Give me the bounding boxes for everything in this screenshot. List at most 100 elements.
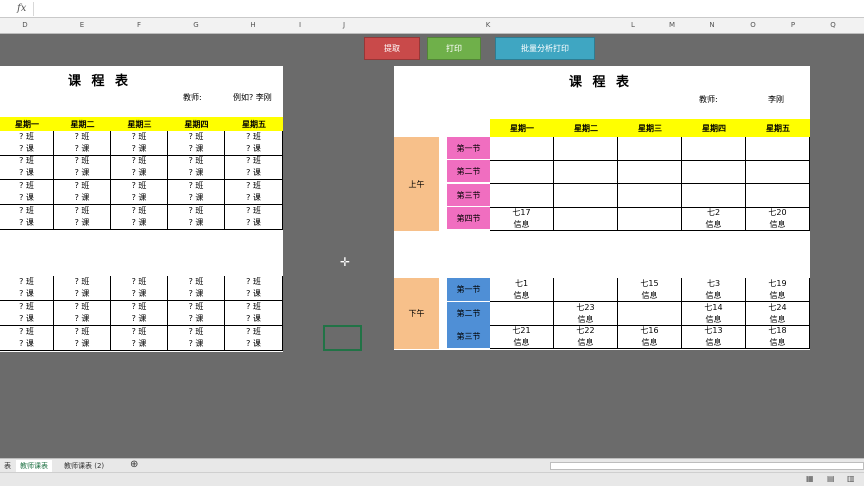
column-label-n[interactable]: N [709,21,714,29]
template-cell[interactable]: ? 班 ? 课 [54,326,111,351]
extract-button[interactable]: 提取 [364,37,420,60]
schedule-cell[interactable]: 七1 信息 [490,278,554,302]
page-layout-icon[interactable]: ▤ [827,474,835,483]
schedule-cell[interactable]: 七23 信息 [554,302,618,326]
schedule-cell[interactable] [682,160,746,184]
column-label-d[interactable]: D [22,21,27,29]
column-label-m[interactable]: M [669,21,675,29]
template-cell[interactable]: ? 班 ? 课 [111,131,168,156]
schedule-cell[interactable]: 七22 信息 [554,325,618,349]
schedule-cell[interactable] [490,137,554,161]
horizontal-scrollbar[interactable] [550,462,864,470]
schedule-cell[interactable]: 七3 信息 [682,278,746,302]
template-cell[interactable]: ? 班 ? 课 [168,180,225,205]
schedule-cell[interactable] [618,302,682,326]
schedule-cell[interactable]: 七2 信息 [682,207,746,231]
column-label-k[interactable]: K [486,21,491,29]
morning-period-label: 第一节 [447,137,490,160]
schedule-cell[interactable] [490,184,554,208]
schedule-cell[interactable]: 七18 信息 [746,325,810,349]
schedule-cell[interactable]: 七24 信息 [746,302,810,326]
template-cell[interactable]: ? 班 ? 课 [225,131,283,156]
schedule-cell[interactable]: 七14 信息 [682,302,746,326]
batch-print-button[interactable]: 批量分析打印 [495,37,595,60]
template-cell[interactable]: ? 班 ? 课 [54,180,111,205]
schedule-cell[interactable]: 七20 信息 [746,207,810,231]
template-cell[interactable]: ? 班 ? 课 [0,326,54,351]
template-cell[interactable]: ? 班 ? 课 [168,326,225,351]
schedule-cell[interactable]: 七19 信息 [746,278,810,302]
schedule-cell[interactable] [554,184,618,208]
column-label-o[interactable]: O [750,21,756,29]
template-cell[interactable]: ? 班 ? 课 [168,301,225,326]
template-cell[interactable]: ? 班 ? 课 [0,205,54,230]
template-cell[interactable]: ? 班 ? 课 [225,155,283,180]
schedule-cell[interactable] [618,160,682,184]
template-cell[interactable]: ? 班 ? 课 [168,276,225,301]
schedule-day-header: 星期四 [702,124,726,133]
page-break-icon[interactable]: ▥ [847,474,855,483]
schedule-cell[interactable] [490,302,554,326]
schedule-cell[interactable] [554,160,618,184]
template-cell[interactable]: ? 班 ? 课 [111,276,168,301]
template-cell[interactable]: ? 班 ? 课 [0,131,54,156]
column-label-i[interactable]: I [299,21,301,29]
template-cell[interactable]: ? 班 ? 课 [54,131,111,156]
column-label-q[interactable]: Q [830,21,836,29]
column-label-l[interactable]: L [631,21,635,29]
formula-bar[interactable]: fx [0,0,864,18]
schedule-cell[interactable]: 七16 信息 [618,325,682,349]
template-cell[interactable]: ? 班 ? 课 [111,205,168,230]
schedule-cell[interactable] [618,137,682,161]
template-cell[interactable]: ? 班 ? 课 [54,205,111,230]
template-cell[interactable]: ? 班 ? 课 [0,301,54,326]
template-cell[interactable]: ? 班 ? 课 [111,326,168,351]
schedule-cell[interactable]: 七15 信息 [618,278,682,302]
column-label-j[interactable]: J [343,21,345,29]
fx-icon[interactable]: fx [17,3,26,14]
sheet-tab-teacher-2[interactable]: 教师课表 (2) [60,460,108,472]
template-cell[interactable]: ? 班 ? 课 [111,301,168,326]
column-label-h[interactable]: H [250,21,255,29]
template-cell[interactable]: ? 班 ? 课 [225,326,283,351]
schedule-cell[interactable] [682,184,746,208]
template-cell[interactable]: ? 班 ? 课 [168,131,225,156]
template-cell[interactable]: ? 班 ? 课 [168,205,225,230]
schedule-cell[interactable] [682,137,746,161]
schedule-cell[interactable]: 七17 信息 [490,207,554,231]
template-cell[interactable]: ? 班 ? 课 [225,301,283,326]
column-label-f[interactable]: F [137,21,141,29]
sheet-tab-template[interactable]: 表 [0,460,15,472]
template-cell[interactable]: ? 班 ? 课 [111,180,168,205]
template-cell[interactable]: ? 班 ? 课 [0,155,54,180]
print-button[interactable]: 打印 [427,37,481,60]
column-label-g[interactable]: G [193,21,198,29]
schedule-cell[interactable] [746,160,810,184]
template-cell[interactable]: ? 班 ? 课 [225,180,283,205]
schedule-cell[interactable] [746,184,810,208]
template-cell[interactable]: ? 班 ? 课 [0,276,54,301]
schedule-cell[interactable] [746,137,810,161]
template-cell[interactable]: ? 班 ? 课 [54,301,111,326]
schedule-cell[interactable] [554,137,618,161]
template-cell[interactable]: ? 班 ? 课 [225,276,283,301]
column-label-e[interactable]: E [80,21,84,29]
schedule-cell[interactable] [490,160,554,184]
template-cell[interactable]: ? 班 ? 课 [168,155,225,180]
template-cell[interactable]: ? 班 ? 课 [0,180,54,205]
template-cell[interactable]: ? 班 ? 课 [111,155,168,180]
sheet-tab-bar: 表 教师课表 教师课表 (2) ⊕ [0,458,864,474]
add-sheet-icon[interactable]: ⊕ [126,458,142,471]
template-cell[interactable]: ? 班 ? 课 [54,155,111,180]
schedule-cell[interactable] [554,278,618,302]
schedule-cell[interactable]: 七13 信息 [682,325,746,349]
schedule-cell[interactable]: 七21 信息 [490,325,554,349]
template-cell[interactable]: ? 班 ? 课 [225,205,283,230]
template-cell[interactable]: ? 班 ? 课 [54,276,111,301]
schedule-cell[interactable] [554,207,618,231]
normal-view-icon[interactable]: ▦ [806,474,814,483]
schedule-cell[interactable] [618,207,682,231]
schedule-cell[interactable] [618,184,682,208]
selected-cell[interactable] [323,325,362,351]
column-label-p[interactable]: P [791,21,795,29]
